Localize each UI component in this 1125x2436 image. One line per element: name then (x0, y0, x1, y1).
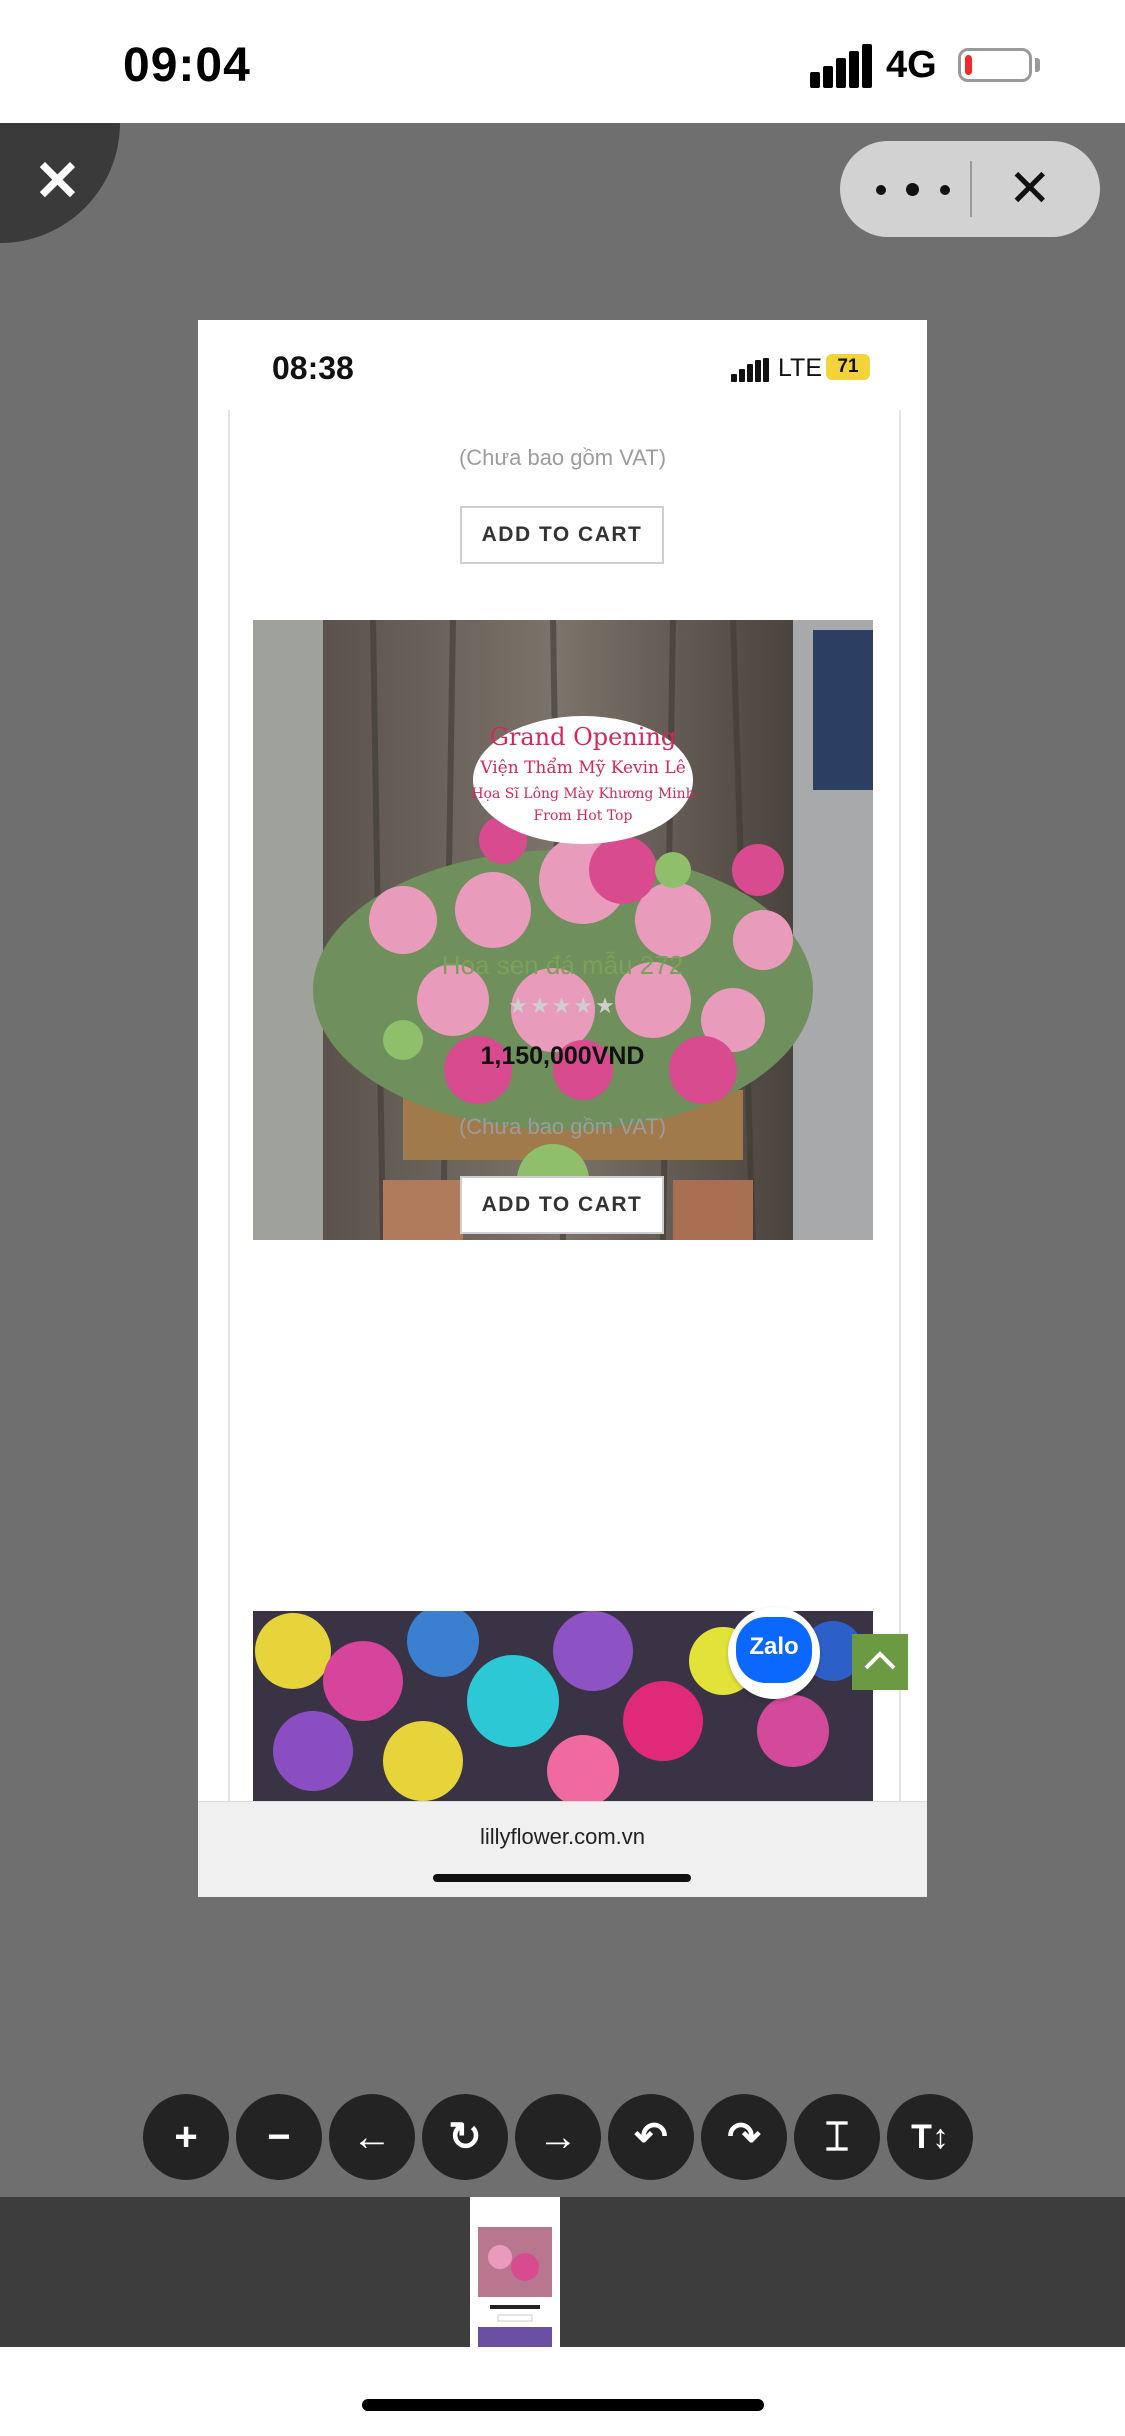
thumbnail[interactable] (470, 2197, 560, 2347)
zoom-in-button[interactable]: + (143, 2094, 229, 2180)
viewer-toolbar: + − ← ↻ → ↶ ↷ ⌶ T↕ (143, 2094, 983, 2180)
sign-text-line-2: Viện Thẩm Mỹ Kevin Lê (479, 758, 686, 778)
mini-program-capsule: ✕ (840, 141, 1100, 237)
capsule-close-icon[interactable]: ✕ (1008, 163, 1052, 215)
zalo-label: Zalo (749, 1633, 799, 1660)
undo-button[interactable]: ↶ (608, 2094, 694, 2180)
zalo-chat-button[interactable]: Zalo (728, 1607, 820, 1699)
text-cursor-button[interactable]: ⌶ (794, 2094, 880, 2180)
vat-note: (Chưa bao gồm VAT) (458, 1114, 667, 1139)
shot-battery-icon: 71 (826, 354, 870, 380)
sign-text-line-1: Grand Opening (490, 723, 677, 751)
battery-tip (1035, 58, 1040, 72)
status-bar: 09:04 4G (0, 0, 1125, 123)
close-icon: ✕ (34, 149, 81, 212)
network-type: 4G (886, 44, 937, 86)
status-time: 09:04 (123, 39, 251, 92)
shot-network-type: LTE (778, 354, 822, 382)
sign-text-line-3: Họa Sĩ Lông Mày Khương Minh (471, 785, 694, 802)
battery-icon (958, 48, 1032, 82)
shot-signal-icon (731, 358, 769, 382)
next-button[interactable]: → (515, 2094, 601, 2180)
vat-note: (Chưa bao gồm VAT) (458, 445, 667, 470)
shot-status-time: 08:38 (272, 350, 354, 386)
shot-home-indicator (433, 1874, 691, 1882)
screenshot-preview: 08:38 LTE 71 (Chưa bao gồm VAT) ADD TO C… (198, 320, 927, 1897)
home-indicator[interactable] (362, 2399, 764, 2411)
rating-stars: ★★★★★ (508, 993, 617, 1018)
browser-url-bar[interactable]: lillyflower.com.vn (198, 1801, 927, 1897)
redo-button[interactable]: ↷ (701, 2094, 787, 2180)
capsule-divider (970, 161, 972, 217)
add-to-cart-button[interactable]: ADD TO CART (460, 1176, 664, 1234)
zoom-out-button[interactable]: − (236, 2094, 322, 2180)
product-image[interactable]: Grand Opening Viện Thẩm Mỹ Kevin Lê Họa … (253, 620, 873, 1240)
product-price: 1,150,000VND (480, 1042, 645, 1070)
url-text: lillyflower.com.vn (479, 1824, 646, 1849)
text-size-button[interactable]: T↕ (887, 2094, 973, 2180)
chevron-up-icon (864, 1651, 896, 1670)
more-icon[interactable] (876, 175, 966, 205)
rotate-button[interactable]: ↻ (422, 2094, 508, 2180)
product-title[interactable]: Hoa sen đá mẫu 272 (198, 950, 927, 981)
sign-text-line-4: From Hot Top (534, 808, 633, 824)
thumbnail-strip (0, 2197, 1125, 2347)
signal-icon (810, 44, 874, 88)
bottom-safe-area (0, 2347, 1125, 2436)
scroll-to-top-button[interactable] (852, 1634, 908, 1690)
add-to-cart-button[interactable]: ADD TO CART (460, 506, 664, 564)
previous-button[interactable]: ← (329, 2094, 415, 2180)
